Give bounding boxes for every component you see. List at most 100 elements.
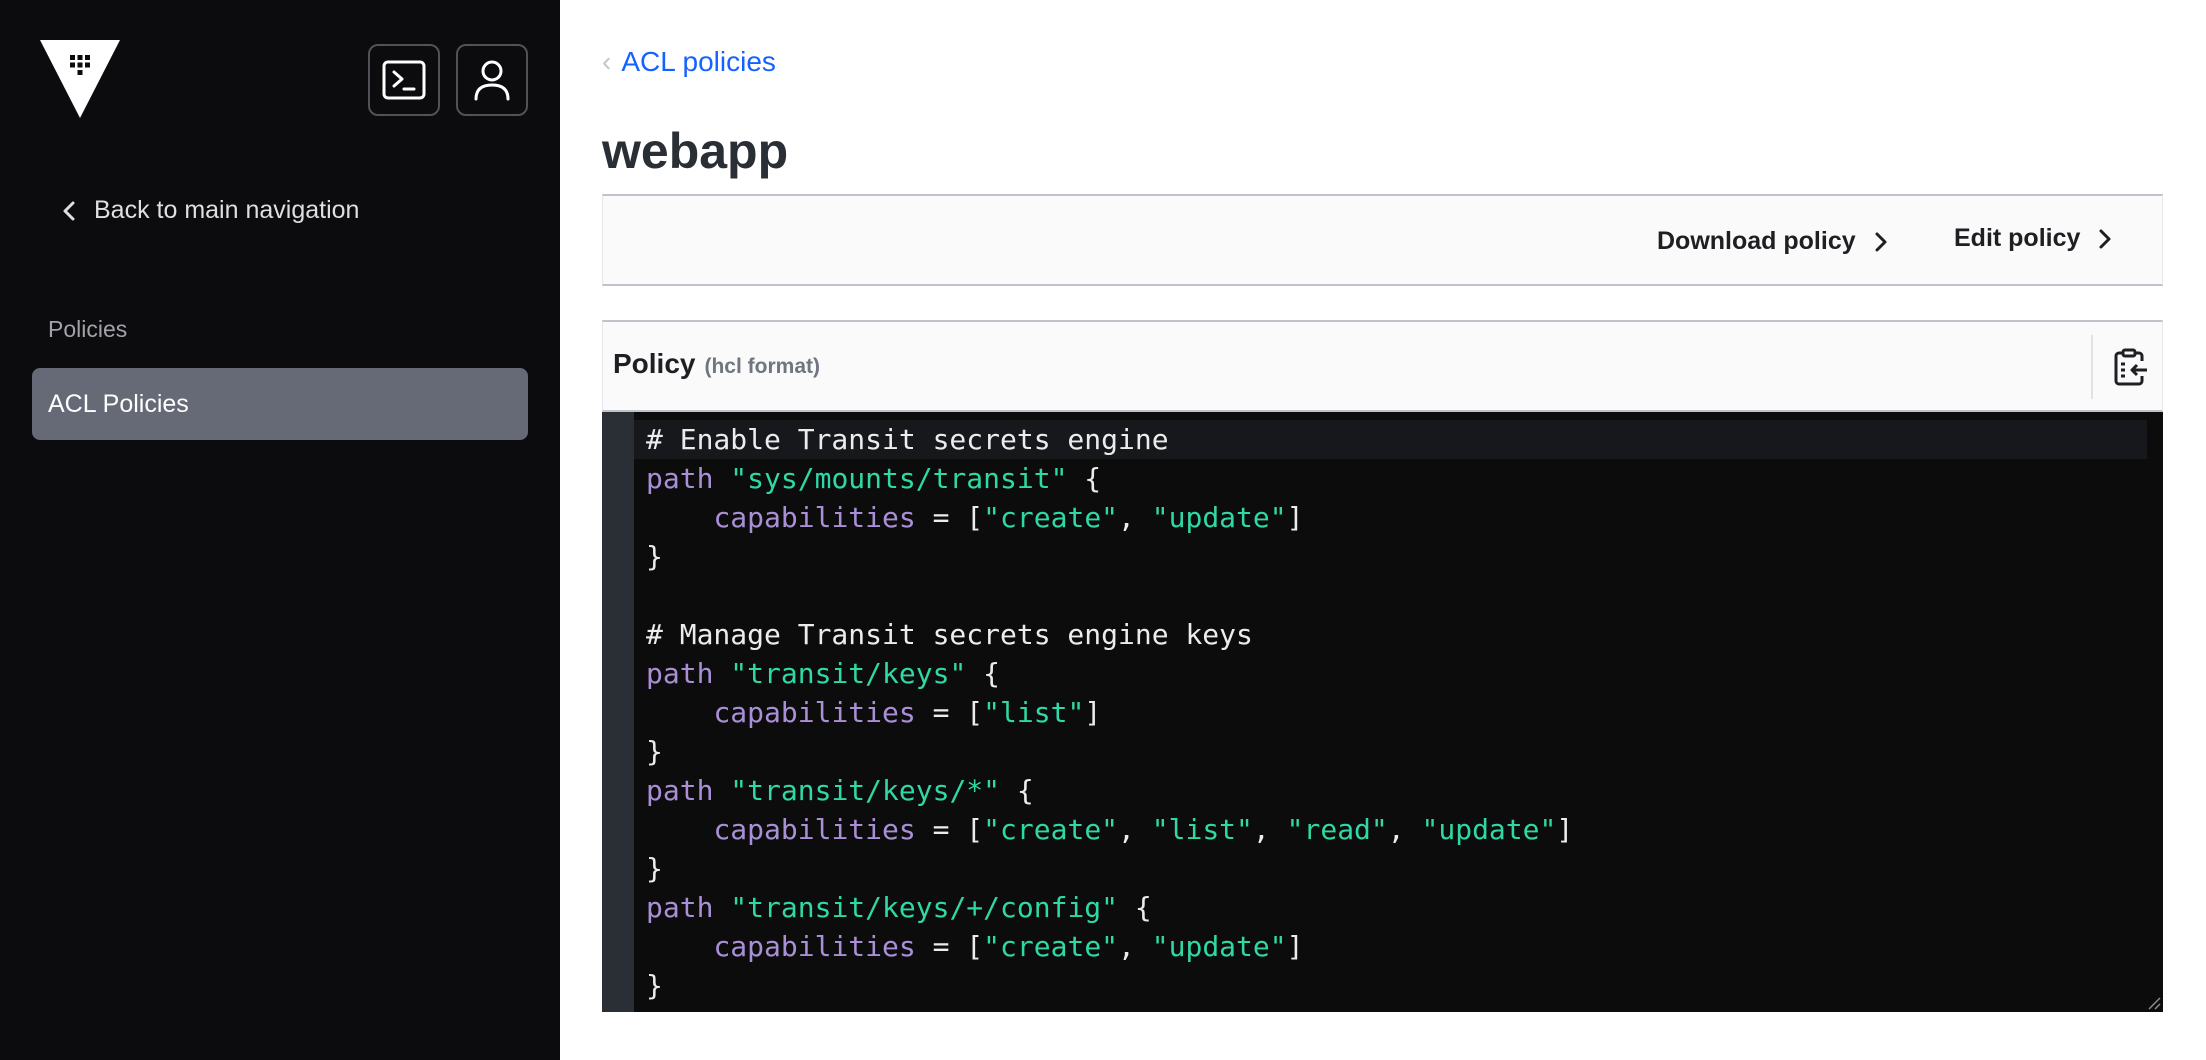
code-token-punc: , — [1252, 813, 1287, 846]
code-token-comment: # Enable Transit secrets engine — [646, 423, 1169, 456]
code-token-kw: capabilities — [713, 930, 916, 963]
code-token-punc — [713, 657, 730, 690]
code-token-punc — [646, 696, 713, 729]
code-line: capabilities = ["list"] — [634, 693, 2163, 732]
user-menu-button[interactable] — [456, 44, 528, 116]
policies-section-label: Policies — [48, 316, 128, 342]
code-token-punc: } — [646, 735, 663, 768]
user-icon — [474, 60, 510, 101]
code-token-str: "transit/keys/*" — [730, 774, 1001, 807]
code-token-punc — [713, 462, 730, 495]
code-line: # Enable Transit secrets engine — [634, 420, 2147, 459]
sidebar: Back to main navigation Policies ACL Pol… — [0, 0, 560, 1060]
code-line: } — [634, 732, 2163, 771]
code-token-str: "update" — [1421, 813, 1557, 846]
header-divider — [2091, 335, 2093, 399]
policy-title: Policy (hcl format) — [613, 348, 820, 380]
code-token-punc: ] — [1556, 813, 1574, 846]
code-token-punc: } — [646, 969, 663, 1002]
code-token-str: "update" — [1151, 501, 1287, 534]
clipboard-copy-icon — [2114, 348, 2147, 386]
code-line: path "transit/keys" { — [634, 654, 2163, 693]
vault-logo-icon[interactable] — [40, 40, 120, 118]
policy-title-label: Policy — [613, 348, 696, 379]
sidebar-item-label: ACL Policies — [48, 389, 189, 418]
code-token-punc: ] — [1084, 696, 1102, 729]
chevron-right-icon — [1875, 232, 1887, 251]
code-token-str: "transit/keys" — [730, 657, 967, 690]
code-line: path "sys/mounts/transit" { — [634, 459, 2163, 498]
code-line: capabilities = ["create", "list", "read"… — [634, 810, 2163, 849]
policy-toolbar: Download policy Edit policy — [602, 194, 2163, 286]
code-line: # Manage Transit secrets engine keys — [634, 615, 2163, 654]
code-token-punc: , — [1118, 501, 1152, 534]
code-token-punc: = [ — [915, 501, 984, 534]
code-token-str: "update" — [1151, 930, 1287, 963]
edit-policy-label: Edit policy — [1954, 224, 2081, 252]
back-link-label: Back to main navigation — [94, 196, 360, 224]
code-token-str: "list" — [1151, 813, 1253, 846]
back-to-main-navigation-link[interactable]: Back to main navigation — [62, 196, 359, 225]
code-token-str: "list" — [983, 696, 1085, 729]
breadcrumb-label: ACL policies — [621, 46, 776, 77]
code-token-str: "create" — [983, 930, 1119, 963]
code-token-punc: ] — [1286, 930, 1304, 963]
editor-gutter — [602, 412, 634, 1012]
policy-code[interactable]: # Enable Transit secrets engine path "sys… — [634, 420, 2163, 1005]
code-token-kw: capabilities — [713, 501, 916, 534]
code-line: } — [634, 537, 2163, 576]
code-token-punc — [646, 501, 713, 534]
download-policy-label: Download policy — [1657, 227, 1856, 255]
code-token-punc: , — [1118, 930, 1152, 963]
code-token-punc: } — [646, 540, 663, 573]
code-line: capabilities = ["create", "update"] — [634, 498, 2163, 537]
code-token-punc: ] — [1286, 501, 1304, 534]
code-token-punc: { — [1118, 891, 1152, 924]
page-title: webapp — [602, 123, 789, 179]
code-token-punc: = [ — [915, 813, 984, 846]
code-token-kw: path — [646, 891, 714, 924]
code-token-punc — [713, 774, 730, 807]
console-button[interactable] — [368, 44, 440, 116]
policy-header: Policy (hcl format) — [602, 320, 2163, 412]
terminal-icon — [382, 60, 426, 100]
code-token-kw: capabilities — [713, 696, 916, 729]
code-token-punc: , — [1118, 813, 1152, 846]
resize-handle-icon[interactable] — [2147, 996, 2161, 1010]
code-token-punc — [713, 891, 730, 924]
code-line: path "transit/keys/*" { — [634, 771, 2163, 810]
code-token-kw: path — [646, 657, 714, 690]
code-token-punc — [646, 930, 713, 963]
policy-code-editor[interactable]: # Enable Transit secrets engine path "sys… — [602, 412, 2163, 1012]
copy-policy-button[interactable] — [2111, 346, 2151, 388]
code-token-kw: capabilities — [713, 813, 916, 846]
code-token-str: "read" — [1286, 813, 1388, 846]
code-token-punc: { — [1000, 774, 1034, 807]
code-token-punc: , — [1387, 813, 1422, 846]
code-token-kw: path — [646, 774, 714, 807]
download-policy-button[interactable]: Download policy — [1657, 227, 1888, 256]
code-token-punc: { — [1067, 462, 1102, 495]
code-token-str: "create" — [983, 501, 1119, 534]
code-token-str: "sys/mounts/transit" — [730, 462, 1068, 495]
code-line: capabilities = ["create", "update"] — [634, 927, 2163, 966]
code-token-punc: { — [966, 657, 1001, 690]
code-token-punc: = [ — [915, 930, 984, 963]
code-token-str: "create" — [983, 813, 1119, 846]
sidebar-item-acl-policies[interactable]: ACL Policies — [32, 368, 528, 440]
policy-format-label: (hcl format) — [704, 355, 820, 378]
code-line: } — [634, 966, 2163, 1005]
code-token-comment: # Manage Transit secrets engine keys — [646, 618, 1253, 651]
code-token-punc: = [ — [915, 696, 984, 729]
code-token-punc: } — [646, 852, 663, 885]
code-token-kw: path — [646, 462, 714, 495]
policy-panel: Policy (hcl format) # Enable Transit sec… — [602, 320, 2163, 1012]
code-line: } — [634, 849, 2163, 888]
chevron-left-icon: ‹ — [602, 46, 612, 77]
code-line: path "transit/keys/+/config" { — [634, 888, 2163, 927]
edit-policy-button[interactable]: Edit policy — [1954, 224, 2112, 253]
chevron-left-icon — [63, 201, 75, 220]
breadcrumb-acl-policies[interactable]: ‹ ACL policies — [602, 46, 776, 78]
code-token-str: "transit/keys/+/config" — [730, 891, 1119, 924]
